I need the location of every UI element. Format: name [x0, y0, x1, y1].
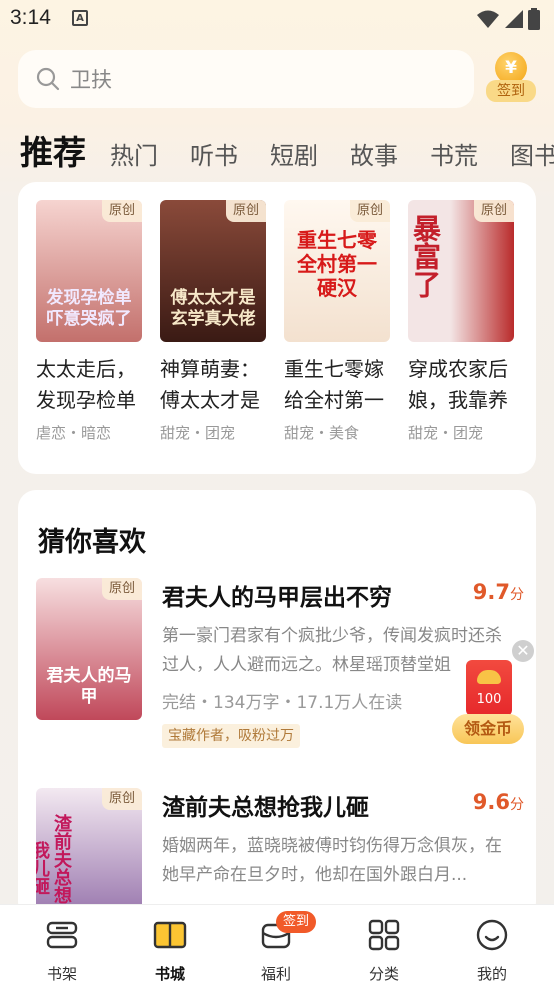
claim-coins-button[interactable]: 领金币 [452, 714, 524, 744]
cover-text: 重生七零 全村第一 硬汉 [297, 228, 377, 300]
tab-story[interactable]: 故事 [350, 136, 398, 171]
nav-label: 书架 [46, 965, 77, 983]
bookshelf-icon [46, 921, 78, 949]
category-icon [368, 919, 400, 951]
book-score: 9.7分 [472, 580, 524, 604]
book-meta: 虐恋・暗恋 [36, 424, 112, 442]
tab-short-drama[interactable]: 短剧 [270, 136, 318, 171]
nav-label: 福利 [260, 965, 291, 983]
red-envelope-icon[interactable]: 100 [466, 660, 512, 716]
nav-welfare[interactable]: 签到 福利 [236, 911, 316, 984]
tab-recommend[interactable]: 推荐 [20, 126, 86, 174]
search-placeholder: 卫扶 [70, 68, 112, 92]
featured-book[interactable]: 原创 暴富了 穿成农家后娘，我靠养 甜宠・团宠 [408, 200, 516, 443]
book-description: 婚姻两年，蓝晓晓被傅时钧伤得万念俱灰，在她早产命在旦夕时，他却在国外跟白月... [162, 836, 502, 885]
book-cover: 原创 君夫人的马甲 [36, 578, 142, 720]
tab-books[interactable]: 图书 [510, 136, 554, 171]
original-tag: 原创 [226, 200, 266, 222]
original-tag: 原创 [102, 578, 142, 600]
book-title: 太太走后，发现孕检单 [36, 357, 136, 412]
book-title: 神算萌妻：傅太太才是 [160, 357, 260, 412]
close-icon[interactable]: ✕ [512, 640, 534, 662]
profile-icon [476, 919, 508, 951]
tab-hot[interactable]: 热门 [110, 136, 158, 171]
book-meta: 甜宠・团宠 [160, 424, 236, 442]
tab-book-shortage[interactable]: 书荒 [430, 136, 478, 171]
wifi-icon [477, 10, 499, 28]
book-cover: 原创 重生七零 全村第一 硬汉 [284, 200, 390, 342]
nav-bookstore[interactable]: 书城 [130, 917, 210, 984]
book-title: 重生七零嫁给全村第一 [284, 357, 384, 412]
original-tag: 原创 [102, 200, 142, 222]
nav-label: 分类 [368, 965, 399, 983]
book-meta: 完结・134万字・17.1万人在读 [162, 693, 403, 713]
status-time: 3:14 [10, 6, 51, 29]
featured-book[interactable]: 原创 重生七零 全村第一 硬汉 重生七零嫁给全村第一 甜宠・美食 [284, 200, 392, 443]
status-icons [476, 8, 540, 30]
original-tag: 原创 [350, 200, 390, 222]
signin-button[interactable]: ¥ 签到 [486, 50, 538, 106]
reward-value: 100 [476, 692, 502, 707]
signal-icon [505, 10, 523, 28]
recommend-card: 猜你喜欢 原创 君夫人的马甲 君夫人的马甲层出不穷 9.7分 第一豪门君家有个疯… [18, 490, 536, 930]
author-badge: 宝藏作者，吸粉过万 [162, 724, 300, 748]
book-title: 穿成农家后娘，我靠养 [408, 357, 508, 412]
notification-icon: A [72, 10, 88, 26]
book-cover: 原创 傅太太才是 玄学真大佬 [160, 200, 266, 342]
nav-profile[interactable]: 我的 [452, 917, 532, 984]
search-input[interactable]: 卫扶 [18, 50, 474, 108]
featured-card: 原创 发现孕检单 吓意哭疯了 太太走后，发现孕检单 虐恋・暗恋 原创 傅太太才是… [18, 182, 536, 474]
tab-audiobook[interactable]: 听书 [190, 136, 238, 171]
book-title: 君夫人的马甲层出不穷 [162, 585, 392, 611]
book-meta: 甜宠・美食 [284, 424, 360, 442]
original-tag: 原创 [474, 200, 514, 222]
book-meta: 甜宠・团宠 [408, 424, 484, 442]
book-title: 渣前夫总想抢我儿砸 [162, 795, 369, 821]
featured-book[interactable]: 原创 发现孕检单 吓意哭疯了 太太走后，发现孕检单 虐恋・暗恋 [36, 200, 144, 443]
section-title: 猜你喜欢 [38, 527, 146, 558]
featured-book[interactable]: 原创 傅太太才是 玄学真大佬 神算萌妻：傅太太才是 甜宠・团宠 [160, 200, 268, 443]
book-description: 第一豪门君家有个疯批少爷，传闻发疯时还杀过人，人人避而远之。林星瑶顶替堂姐 [162, 626, 502, 675]
battery-icon [528, 8, 540, 30]
book-score: 9.6分 [472, 790, 524, 814]
status-bar: 3:14 A [0, 0, 554, 38]
signin-badge: 签到 [276, 911, 316, 933]
bookstore-icon [153, 921, 187, 949]
category-tabs: 推荐 热门 听书 短剧 故事 书荒 图书 [0, 124, 554, 174]
nav-category[interactable]: 分类 [344, 917, 424, 984]
book-cover: 原创 发现孕检单 吓意哭疯了 [36, 200, 142, 342]
nav-label: 书城 [154, 965, 185, 983]
signin-label: 签到 [486, 80, 536, 102]
cover-text: 发现孕检单 吓意哭疯了 [46, 288, 132, 329]
book-cover: 原创 暴富了 [408, 200, 514, 342]
search-icon [36, 67, 60, 91]
recommend-item[interactable]: 原创 君夫人的马甲 君夫人的马甲层出不穷 9.7分 第一豪门君家有个疯批少爷，传… [36, 578, 524, 748]
nav-bookshelf[interactable]: 书架 [22, 917, 102, 984]
cover-text: 傅太太才是 玄学真大佬 [170, 288, 256, 329]
original-tag: 原创 [102, 788, 142, 810]
cover-text: 君夫人的马甲 [46, 666, 132, 707]
coin-icon [477, 670, 501, 684]
nav-label: 我的 [476, 965, 507, 983]
bottom-nav: 书架 书城 签到 福利 分类 我的 [0, 904, 554, 986]
cover-text: 暴富了 [409, 214, 442, 298]
